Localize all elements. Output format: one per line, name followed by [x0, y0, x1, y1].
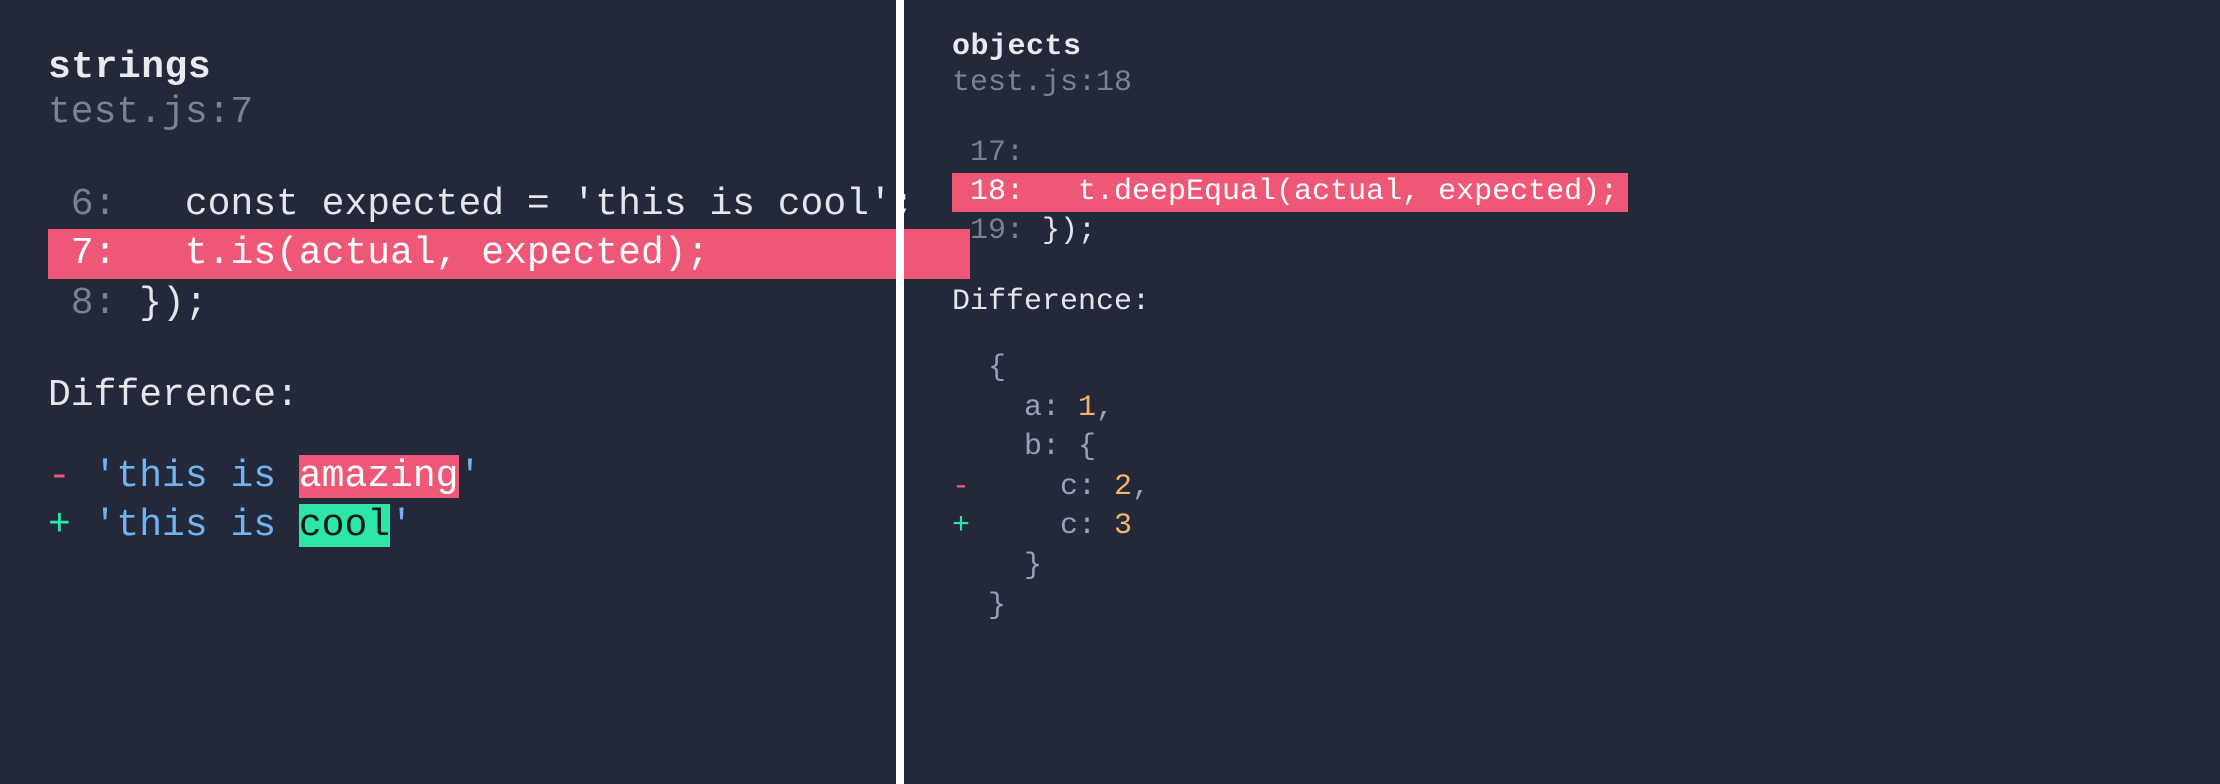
code-line-highlighted: 7: t.is(actual, expected); — [48, 229, 848, 278]
diff-removed-word: amazing — [299, 455, 459, 498]
code-line-highlighted: 18: t.deepEqual(actual, expected); — [952, 173, 2172, 212]
obj-value: 3 — [1114, 509, 1132, 543]
line-number: 17: — [952, 136, 1024, 170]
line-number: 8: — [48, 282, 116, 325]
quote: ' — [390, 504, 413, 547]
code-text: t.is(actual, expected); — [116, 232, 960, 275]
code-text: t.deepEqual(actual, expected); — [1024, 175, 1618, 209]
line-number: 19: — [952, 214, 1024, 248]
code-line: 19: }); — [952, 212, 2172, 251]
pane-strings: strings test.js:7 6: const expected = 't… — [0, 0, 896, 784]
code-line: 8: }); — [48, 279, 848, 328]
line-number: 6: — [48, 183, 116, 226]
file-location: test.js:7 — [48, 91, 848, 134]
diff-common-text: this is — [116, 455, 298, 498]
difference-label: Difference: — [48, 374, 848, 417]
code-snippet: 6: const expected = 'this is cool'; 7: t… — [48, 180, 848, 328]
string-diff: - 'this is amazing' + 'this is cool' — [48, 453, 848, 550]
obj-line: a: 1, — [952, 389, 2172, 429]
test-title: strings — [48, 46, 848, 89]
code-line: 17: — [952, 134, 2172, 173]
obj-value: 1 — [1078, 391, 1096, 425]
difference-label: Difference: — [952, 285, 2172, 319]
diff-added-word: cool — [299, 504, 390, 547]
obj-line: } — [952, 587, 2172, 627]
obj-line: b: { — [952, 428, 2172, 468]
code-text: }); — [116, 282, 207, 325]
obj-line: { — [952, 349, 2172, 389]
code-text: const expected = 'this is cool'; — [116, 183, 914, 226]
obj-removed-line: - c: 2, — [952, 468, 2172, 508]
comma: , — [1096, 391, 1114, 425]
quote: ' — [459, 455, 482, 498]
code-text: }); — [1024, 214, 1096, 248]
obj-key: a: — [952, 391, 1078, 425]
line-number: 7: — [48, 232, 116, 275]
file-location: test.js:18 — [952, 66, 2172, 100]
comma: , — [1132, 470, 1150, 504]
obj-key: c: — [970, 509, 1114, 543]
test-title: objects — [952, 30, 2172, 64]
quote: ' — [94, 504, 117, 547]
object-diff: { a: 1, b: { - c: 2, + c: 3 } } — [952, 349, 2172, 626]
minus-icon: - — [952, 470, 970, 504]
obj-line: } — [952, 547, 2172, 587]
pane-divider — [896, 0, 904, 784]
obj-key: c: — [970, 470, 1114, 504]
obj-added-line: + c: 3 — [952, 507, 2172, 547]
line-number: 18: — [952, 175, 1024, 209]
diff-common-text: this is — [116, 504, 298, 547]
quote: ' — [94, 455, 117, 498]
pane-objects: objects test.js:18 17: 18: t.deepEqual(a… — [904, 0, 2220, 784]
plus-icon: + — [952, 509, 970, 543]
code-snippet: 17: 18: t.deepEqual(actual, expected); 1… — [952, 134, 2172, 251]
diff-added-line: + 'this is cool' — [48, 502, 848, 551]
obj-value: 2 — [1114, 470, 1132, 504]
diff-removed-line: - 'this is amazing' — [48, 453, 848, 502]
plus-icon: + — [48, 504, 94, 547]
code-line: 6: const expected = 'this is cool'; — [48, 180, 848, 229]
minus-icon: - — [48, 455, 94, 498]
